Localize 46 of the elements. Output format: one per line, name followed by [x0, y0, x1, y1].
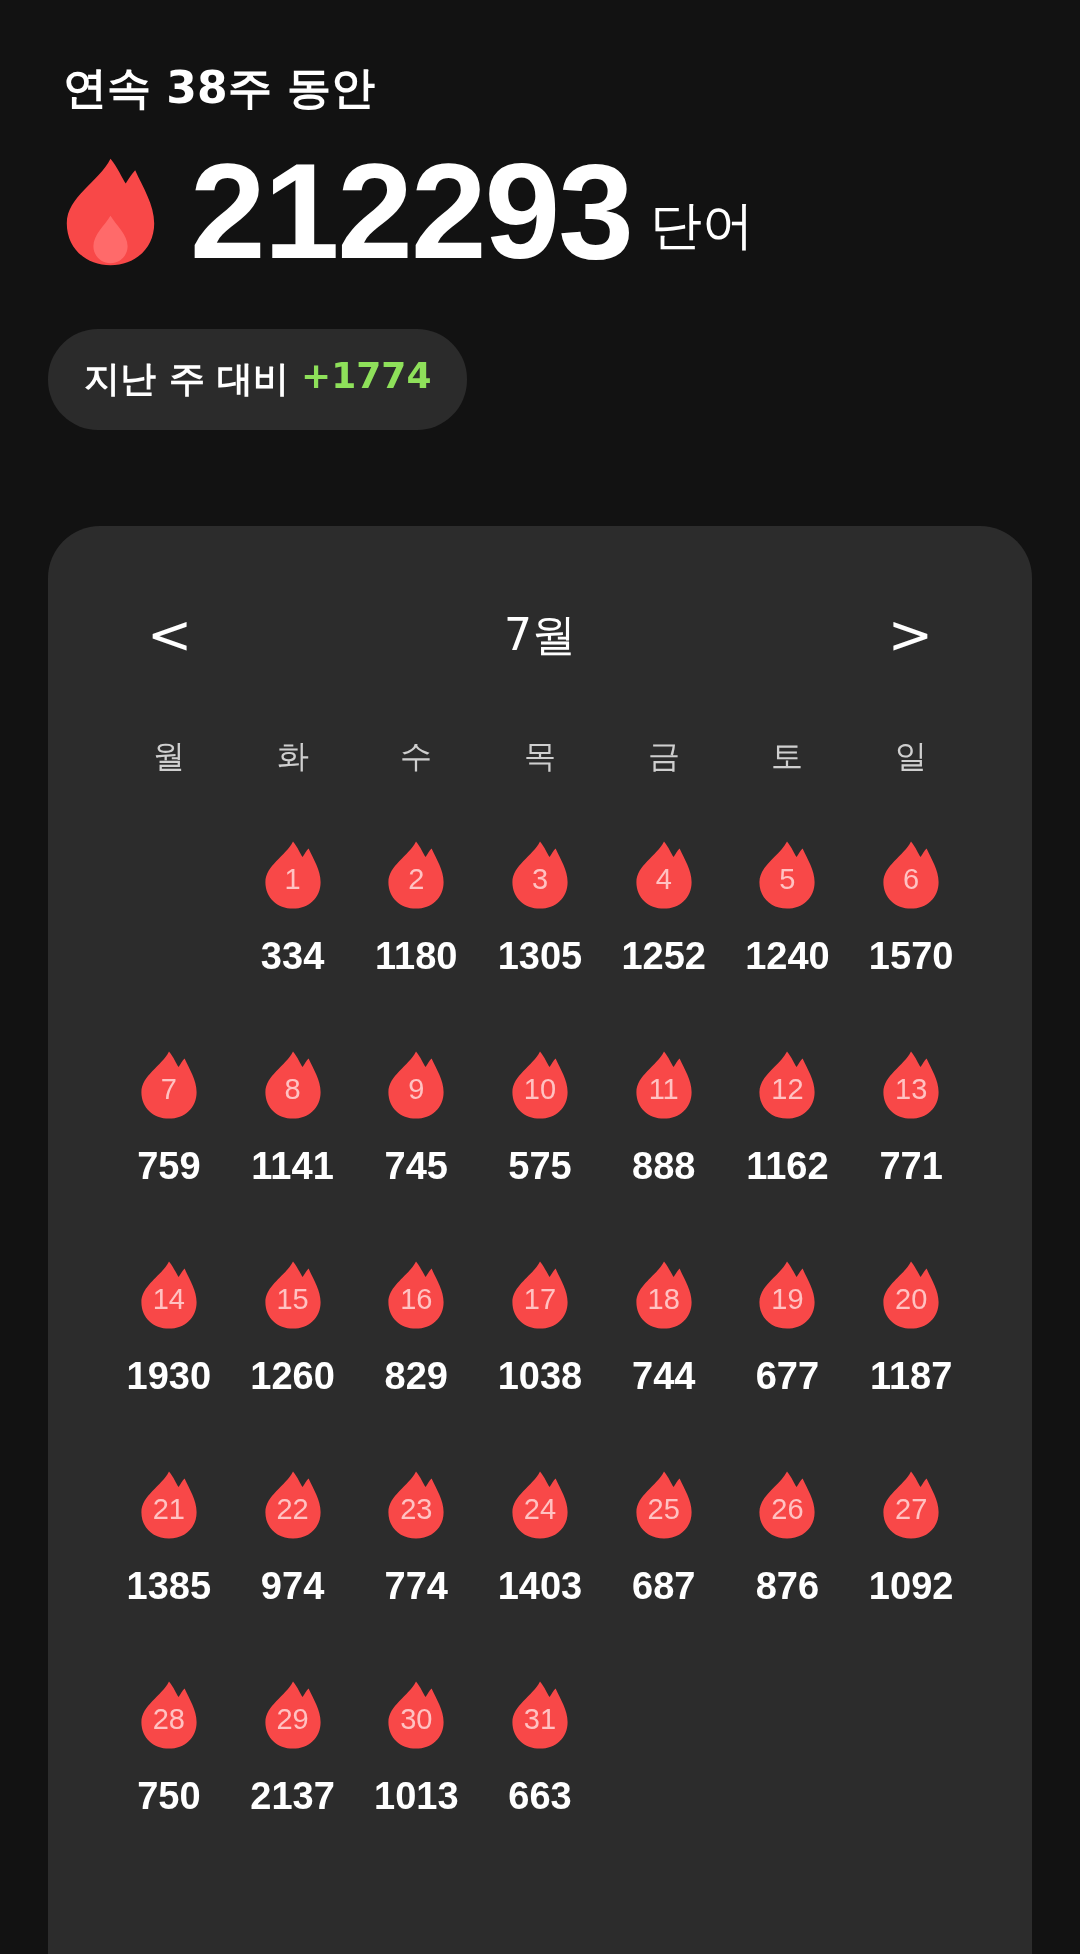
daily-word-count: 1305 — [497, 934, 583, 978]
daily-word-count: 888 — [632, 1144, 696, 1188]
previous-month-button[interactable]: < — [127, 608, 213, 663]
daily-word-count: 687 — [632, 1564, 696, 1608]
daily-word-count: 1570 — [868, 934, 954, 978]
daily-word-count: 750 — [137, 1774, 201, 1818]
daily-word-count: 771 — [879, 1144, 943, 1188]
daily-word-count: 334 — [260, 934, 325, 978]
daily-word-count: 1385 — [126, 1564, 212, 1608]
daily-word-count: 1141 — [251, 1144, 334, 1188]
daily-word-count: 1180 — [375, 934, 458, 978]
daily-word-count: 1013 — [374, 1774, 459, 1818]
comparison-label: 지난 주 대비 — [84, 356, 290, 401]
daily-word-count: 1240 — [745, 934, 830, 978]
weekday-label: 금 — [647, 735, 680, 777]
daily-word-count: 745 — [384, 1144, 448, 1188]
daily-word-count: 759 — [137, 1144, 201, 1188]
daily-word-count: 1403 — [497, 1564, 583, 1608]
daily-word-count: 974 — [260, 1564, 325, 1608]
daily-word-count: 2137 — [250, 1774, 335, 1818]
weekday-label: 화 — [276, 735, 309, 777]
total-word-count: 212293 — [190, 142, 632, 279]
weekday-label: 토 — [771, 735, 804, 777]
daily-word-count: 1162 — [746, 1144, 829, 1188]
comparison-delta: +1774 — [301, 354, 432, 398]
daily-word-count: 663 — [508, 1774, 572, 1818]
weekday-label: 목 — [524, 735, 556, 777]
daily-word-count: 1038 — [497, 1354, 583, 1398]
weekday-label: 수 — [400, 735, 433, 777]
daily-word-count: 876 — [755, 1564, 820, 1608]
daily-word-count: 774 — [384, 1564, 448, 1608]
daily-word-count: 829 — [384, 1354, 448, 1398]
daily-word-count: 744 — [632, 1354, 696, 1398]
daily-word-count: 677 — [755, 1354, 820, 1398]
weekday-label: 일 — [895, 735, 928, 777]
daily-word-count: 575 — [508, 1144, 572, 1188]
unit-label: 단어 — [649, 193, 754, 257]
daily-word-count: 1260 — [250, 1354, 335, 1398]
daily-word-count: 1092 — [868, 1564, 954, 1608]
weekday-label: 월 — [152, 735, 185, 777]
daily-word-count: 1187 — [869, 1354, 953, 1398]
daily-word-count: 1252 — [621, 934, 706, 978]
streak-title: 연속 38주 동안 — [63, 62, 376, 115]
month-title: 7월 — [504, 607, 576, 662]
next-month-button[interactable]: > — [867, 608, 953, 663]
daily-word-count: 1930 — [126, 1354, 212, 1398]
